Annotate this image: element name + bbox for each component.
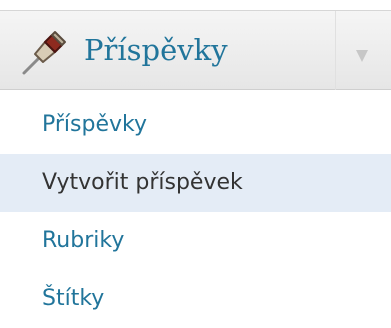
menu-title[interactable]: Příspěvky — [84, 29, 228, 71]
submenu-item-add-new[interactable]: Vytvořit příspěvek — [0, 154, 391, 212]
submenu-item-categories[interactable]: Rubriky — [0, 212, 391, 270]
chevron-down-icon — [356, 50, 368, 62]
pushpin-icon — [22, 31, 66, 75]
menu-toggle-button[interactable] — [336, 11, 391, 90]
submenu: Příspěvky Vytvořit příspěvek Rubriky Ští… — [0, 96, 391, 325]
submenu-item-tags[interactable]: Štítky — [0, 270, 391, 328]
submenu-item-posts[interactable]: Příspěvky — [0, 96, 391, 154]
menu-header[interactable]: Příspěvky — [0, 10, 391, 90]
posts-menu: Příspěvky Příspěvky Vytvořit příspěvek R… — [0, 0, 391, 325]
